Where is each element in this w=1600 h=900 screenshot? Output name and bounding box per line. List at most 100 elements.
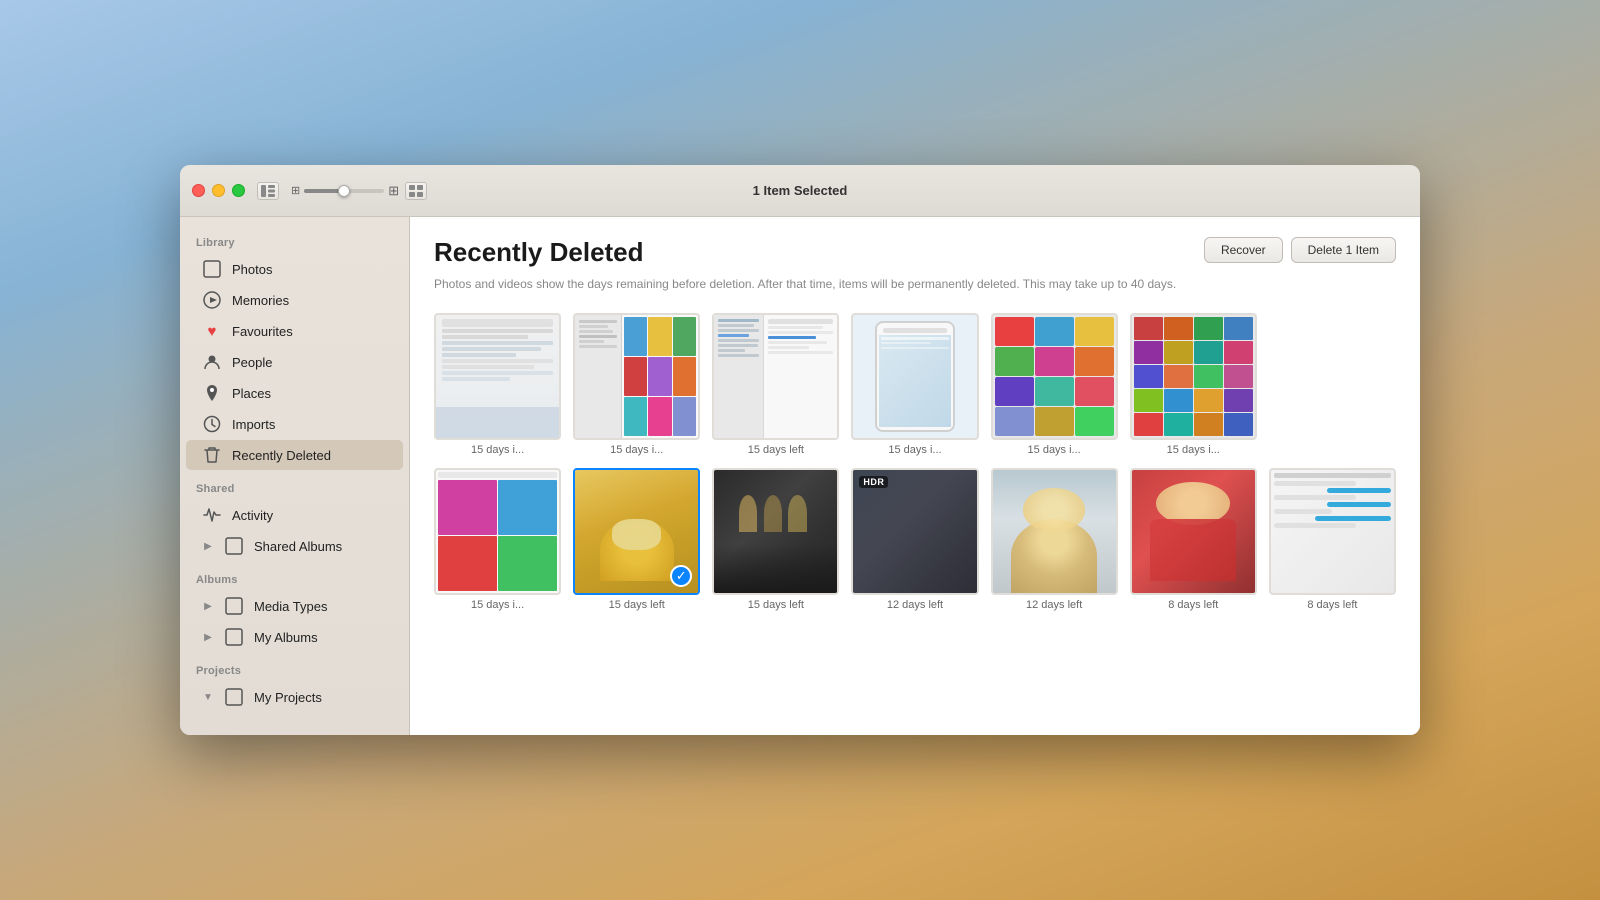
window-title: 1 Item Selected	[753, 183, 848, 198]
my-projects-icon	[224, 687, 244, 707]
page-title: Recently Deleted	[434, 237, 644, 268]
photo-thumb-8[interactable]: ✓	[573, 468, 700, 595]
fullscreen-button[interactable]	[232, 184, 245, 197]
app-window: ⊞ ⊞ 1 Item Selected Library	[180, 165, 1420, 735]
library-section-header: Library	[180, 225, 409, 253]
photo-item-9[interactable]: 15 days left	[712, 468, 839, 611]
photo-label-1: 15 days i...	[471, 444, 524, 456]
photo-item-2[interactable]: 15 days i...	[573, 313, 700, 456]
activity-label: Activity	[232, 508, 273, 523]
places-label: Places	[232, 386, 271, 401]
favourites-label: Favourites	[232, 324, 293, 339]
photo-item-8[interactable]: ✓ 15 days left	[573, 468, 700, 611]
sidebar-item-photos[interactable]: Photos	[186, 254, 403, 284]
photo-label-10: 12 days left	[887, 599, 943, 611]
zoom-large-icon: ⊞	[388, 183, 399, 199]
photo-label-4: 15 days i...	[888, 444, 941, 456]
main-layout: Library Photos Memories	[180, 217, 1420, 735]
sidebar-item-activity[interactable]: Activity	[186, 500, 403, 530]
photo-label-9: 15 days left	[748, 599, 804, 611]
sidebar-item-shared-albums[interactable]: ▶ Shared Albums	[186, 531, 403, 561]
shared-albums-label: Shared Albums	[254, 539, 342, 554]
photo-item-13[interactable]: 8 days left	[1269, 468, 1396, 611]
photo-grid: 15 days i...	[434, 313, 1396, 611]
photo-thumb-9[interactable]	[712, 468, 839, 595]
trash-icon	[202, 445, 222, 465]
sidebar-item-people[interactable]: People	[186, 347, 403, 377]
photo-label-12: 8 days left	[1168, 599, 1218, 611]
zoom-slider-container: ⊞ ⊞	[291, 183, 399, 199]
memories-label: Memories	[232, 293, 289, 308]
photo-thumb-13[interactable]	[1269, 468, 1396, 595]
photo-item-4[interactable]: 15 days i...	[851, 313, 978, 456]
sidebar-item-imports[interactable]: Imports	[186, 409, 403, 439]
sidebar-item-places[interactable]: Places	[186, 378, 403, 408]
sidebar-toggle-button[interactable]	[257, 182, 279, 200]
photo-label-11: 12 days left	[1026, 599, 1082, 611]
photo-label-5: 15 days i...	[1028, 444, 1081, 456]
photo-label-3: 15 days left	[748, 444, 804, 456]
view-toggle-button[interactable]	[405, 182, 427, 200]
recover-button[interactable]: Recover	[1204, 237, 1283, 263]
my-albums-expand-icon[interactable]: ▶	[202, 631, 214, 643]
heart-icon: ♥	[202, 321, 222, 341]
media-types-icon	[224, 596, 244, 616]
sidebar-item-media-types[interactable]: ▶ Media Types	[186, 591, 403, 621]
my-projects-expand-icon[interactable]: ▼	[202, 691, 214, 703]
photo-thumb-4[interactable]	[851, 313, 978, 440]
photo-thumb-10[interactable]: HDR	[851, 468, 978, 595]
zoom-slider[interactable]	[304, 189, 384, 193]
shared-section-header: Shared	[180, 471, 409, 499]
sidebar-item-memories[interactable]: Memories	[186, 285, 403, 315]
toolbar-controls: ⊞ ⊞	[257, 182, 427, 200]
traffic-lights	[192, 184, 245, 197]
places-icon	[202, 383, 222, 403]
photo-item-11[interactable]: 12 days left	[991, 468, 1118, 611]
albums-section-header: Albums	[180, 562, 409, 590]
activity-icon	[202, 505, 222, 525]
photo-item-6[interactable]: 15 days i...	[1130, 313, 1257, 456]
photo-thumb-7[interactable]	[434, 468, 561, 595]
photo-thumb-3[interactable]	[712, 313, 839, 440]
memories-icon	[202, 290, 222, 310]
photo-thumb-5[interactable]	[991, 313, 1118, 440]
photo-item-3[interactable]: 15 days left	[712, 313, 839, 456]
action-buttons: Recover Delete 1 Item	[1204, 237, 1396, 263]
photo-label-2: 15 days i...	[610, 444, 663, 456]
shared-albums-icon	[224, 536, 244, 556]
delete-button[interactable]: Delete 1 Item	[1291, 237, 1396, 263]
imports-icon	[202, 414, 222, 434]
people-icon	[202, 352, 222, 372]
photo-thumb-6[interactable]	[1130, 313, 1257, 440]
media-types-expand-icon[interactable]: ▶	[202, 600, 214, 612]
photo-thumb-2[interactable]	[573, 313, 700, 440]
shared-albums-expand-icon[interactable]: ▶	[202, 540, 214, 552]
sidebar-item-favourites[interactable]: ♥ Favourites	[186, 316, 403, 346]
photo-label-7: 15 days i...	[471, 599, 524, 611]
content-description: Photos and videos show the days remainin…	[434, 276, 1396, 293]
my-albums-label: My Albums	[254, 630, 318, 645]
minimize-button[interactable]	[212, 184, 225, 197]
projects-section-header: Projects	[180, 653, 409, 681]
photo-item-10[interactable]: HDR 12 days left	[851, 468, 978, 611]
people-label: People	[232, 355, 272, 370]
photo-label-13: 8 days left	[1307, 599, 1357, 611]
sidebar-item-my-projects[interactable]: ▼ My Projects	[186, 682, 403, 712]
photo-thumb-1[interactable]	[434, 313, 561, 440]
my-projects-label: My Projects	[254, 690, 322, 705]
imports-label: Imports	[232, 417, 275, 432]
photo-item-7[interactable]: 15 days i...	[434, 468, 561, 611]
zoom-small-icon: ⊞	[291, 184, 300, 197]
photo-item-1[interactable]: 15 days i...	[434, 313, 561, 456]
content-area: Recently Deleted Recover Delete 1 Item P…	[410, 217, 1420, 735]
photo-thumb-12[interactable]	[1130, 468, 1257, 595]
photo-label-6: 15 days i...	[1167, 444, 1220, 456]
sidebar-item-my-albums[interactable]: ▶ My Albums	[186, 622, 403, 652]
sidebar-item-recently-deleted[interactable]: Recently Deleted	[186, 440, 403, 470]
close-button[interactable]	[192, 184, 205, 197]
sidebar: Library Photos Memories	[180, 217, 410, 735]
photo-label-8: 15 days left	[609, 599, 665, 611]
photo-thumb-11[interactable]	[991, 468, 1118, 595]
photo-item-5[interactable]: 15 days i...	[991, 313, 1118, 456]
photo-item-12[interactable]: 8 days left	[1130, 468, 1257, 611]
